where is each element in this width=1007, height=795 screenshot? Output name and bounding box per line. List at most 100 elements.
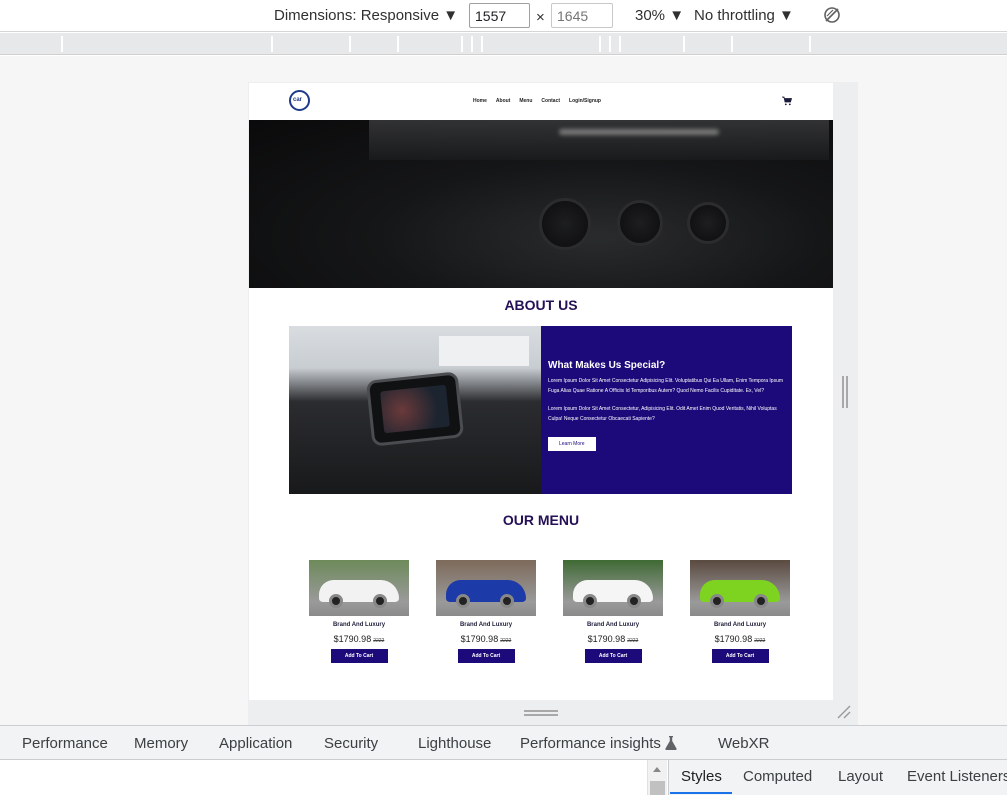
hero-dial [687,202,729,244]
ruler-tick [609,36,611,52]
nav-login-signup[interactable]: Login/Signup [569,98,601,104]
tab-performance-insights[interactable]: Performance insights [520,735,661,752]
panel-scrollbar[interactable] [647,760,667,795]
car-wheel [710,594,724,608]
nav-menu[interactable]: Menu [519,98,532,104]
product-price: $1790.98 [460,634,499,644]
product-name: Brand And Luxury [586,622,640,628]
add-to-cart-button[interactable]: Add To Cart [330,649,388,663]
product-grid: Brand And Luxury $1790.98 2222 Add To Cart B… [309,560,793,670]
about-card: What Makes Us Special? Lorem Ipsum Dolor… [541,326,792,494]
devtools-tab-bar: Performance Memory Application Security … [0,725,1007,760]
product-card: Brand And Luxury $1790.98 2222 Add To Cart [690,560,790,663]
subtab-computed[interactable]: Computed [743,768,812,785]
resize-corner-icon[interactable] [836,704,852,720]
rotate-disabled-icon[interactable] [823,6,841,24]
zoom-dropdown[interactable]: 30% ▼ [635,6,684,26]
product-name: Brand And Luxury [459,622,513,628]
menu-section-title: OUR MENU [502,512,580,528]
tab-performance[interactable]: Performance [22,735,108,752]
tab-webxr[interactable]: WebXR [718,735,769,752]
product-image[interactable] [309,560,409,616]
product-old-price: 2222 [500,638,512,644]
device-viewport-stage: car Home About Menu Contact Login/Signup… [0,56,1007,725]
about-image-house [439,336,529,366]
ruler-tick [397,36,399,52]
hero-image [249,120,833,288]
resize-handle-right[interactable] [842,376,848,408]
resize-handle-bottom[interactable] [524,710,558,716]
about-paragraph-2: Lorem Ipsum Dolor Sit Amet Consectetur, … [548,406,777,422]
scrollbar-thumb[interactable] [650,781,665,795]
product-price: $1790.98 [333,634,372,644]
about-image-dashboard [365,371,465,447]
dimensions-dropdown[interactable]: Dimensions: Responsive ▼ [274,6,458,26]
ruler-tick [683,36,685,52]
add-to-cart-button[interactable]: Add To Cart [584,649,642,663]
about-paragraph-1: Lorem Ipsum Dolor Sit Amet Consectetur A… [548,378,784,394]
add-to-cart-button[interactable]: Add To Cart [457,649,515,663]
hero-dial [617,200,663,246]
elements-subtab-bar: Styles Computed Layout Event Listeners [668,760,1007,795]
flask-icon [665,736,677,750]
about-image [289,326,541,494]
throttling-dropdown[interactable]: No throttling ▼ [694,6,794,26]
product-card: Brand And Luxury $1790.98 2222 Add To Cart [309,560,409,663]
product-price-row: $1790.98 2222 [436,634,536,644]
product-price: $1790.98 [714,634,753,644]
ruler-tick [271,36,273,52]
hero-dial [539,198,591,250]
height-input[interactable] [551,3,613,28]
site-header: car Home About Menu Contact Login/Signup [249,83,833,120]
emulated-page: car Home About Menu Contact Login/Signup… [249,83,833,700]
ruler-tick [619,36,621,52]
ruler-tick [471,36,473,52]
ruler-tick [599,36,601,52]
width-input[interactable] [469,3,530,28]
product-old-price: 2222 [373,638,385,644]
ruler-tick [731,36,733,52]
about-image-gauges [379,384,451,434]
product-name: Brand And Luxury [713,622,767,628]
learn-more-button[interactable]: Learn More [548,437,596,451]
cart-icon[interactable] [782,96,792,106]
logo-text: car [293,97,303,103]
tab-security[interactable]: Security [324,735,378,752]
nav-home[interactable]: Home [473,98,487,104]
add-to-cart-button[interactable]: Add To Cart [711,649,769,663]
ruler-tick [61,36,63,52]
hero-dashboard-band [369,120,829,160]
car-wheel [583,594,597,608]
product-price-row: $1790.98 2222 [690,634,790,644]
car-wheel [456,594,470,608]
tab-lighthouse[interactable]: Lighthouse [418,735,491,752]
hero-light-strip [559,129,719,135]
car-wheel [500,594,514,608]
site-logo[interactable]: car [289,90,310,111]
car-wheel [627,594,641,608]
device-toolbar: Dimensions: Responsive ▼ × 30% ▼ No thro… [0,0,1007,32]
scroll-up-arrow-icon[interactable] [653,767,661,772]
product-card: Brand And Luxury $1790.98 2222 Add To Cart [563,560,663,663]
product-name: Brand And Luxury [332,622,386,628]
nav-about[interactable]: About [496,98,510,104]
nav-contact[interactable]: Contact [541,98,560,104]
product-image[interactable] [436,560,536,616]
media-query-ruler[interactable] [0,33,1007,55]
tab-application[interactable]: Application [219,735,292,752]
subtab-event-listeners[interactable]: Event Listeners [907,768,1007,785]
subtab-styles[interactable]: Styles [681,768,722,785]
product-image[interactable] [690,560,790,616]
tab-memory[interactable]: Memory [134,735,188,752]
product-price: $1790.98 [587,634,626,644]
product-price-row: $1790.98 2222 [563,634,663,644]
product-old-price: 2222 [754,638,766,644]
ruler-tick [809,36,811,52]
active-subtab-underline [670,792,732,794]
ruler-tick [481,36,483,52]
subtab-layout[interactable]: Layout [838,768,883,785]
car-wheel [329,594,343,608]
ruler-tick [461,36,463,52]
product-image[interactable] [563,560,663,616]
times-sign: × [536,9,545,26]
